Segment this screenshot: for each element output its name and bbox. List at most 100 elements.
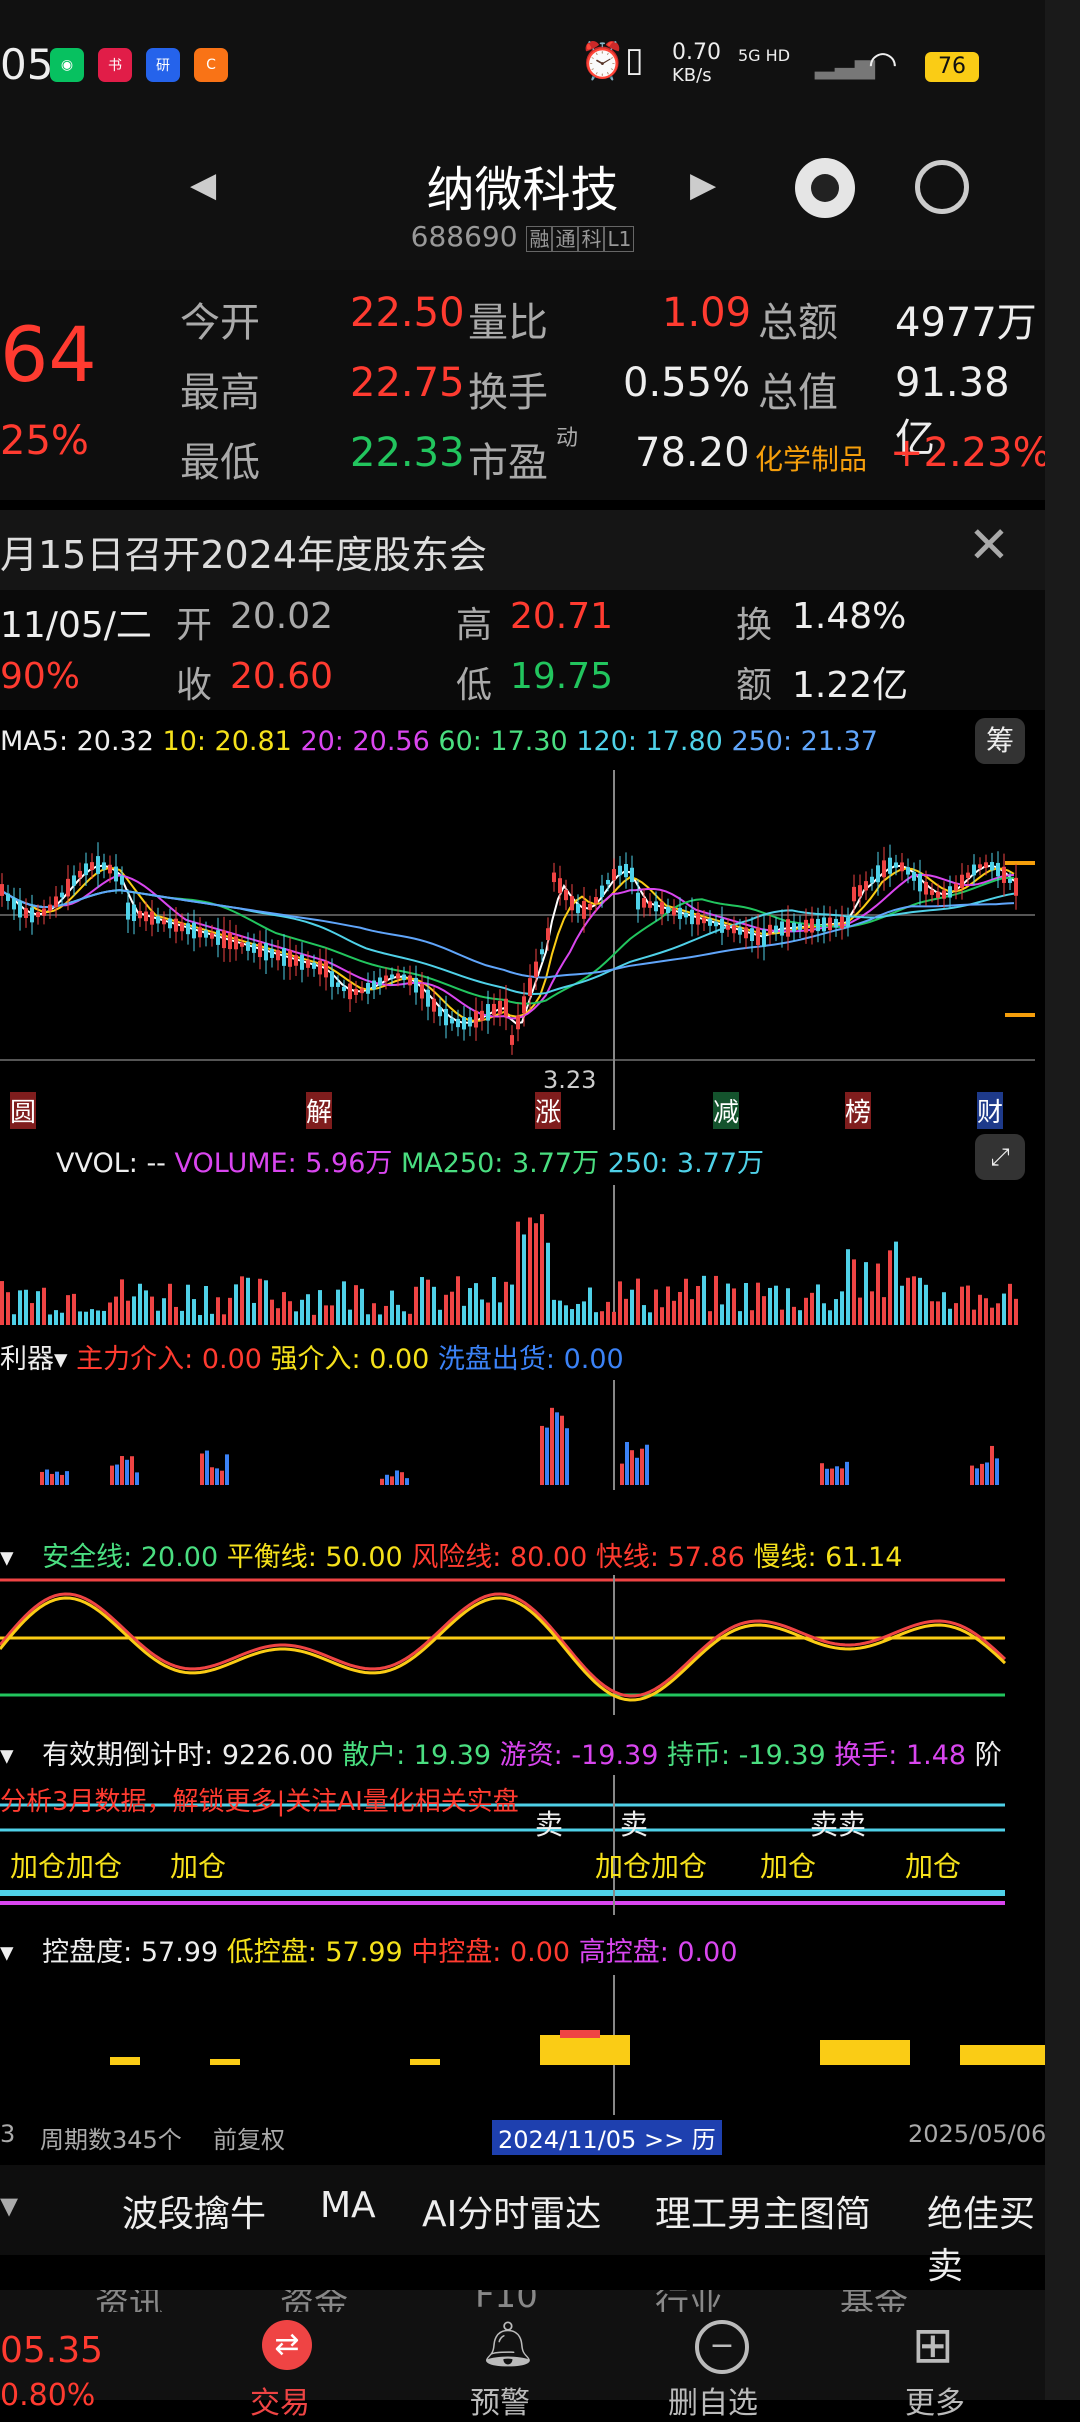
add-marker: 加仓加仓 [10, 1850, 123, 1883]
day-date: 11/05/二 [0, 605, 152, 646]
tab-bodu[interactable]: 波段擒牛 [122, 2185, 266, 2237]
day-amt-label: 额 [736, 665, 773, 706]
ind1-c: 洗盘出货: 0.00 [437, 1344, 624, 1375]
sub-fund[interactable]: 基金 [840, 2290, 908, 2312]
tag: 融 [526, 226, 553, 252]
bottom-nav: 资讯 资金 F10 行业 基金 05.35 0.80% ⇄ 交易 🔔︎ 预警 −… [0, 2290, 1045, 2421]
turnover-label: 换手 [468, 370, 548, 416]
pe-sup: 动 [556, 426, 579, 451]
indicator4-legend: ▾ 控盘度: 57.99 低控盘: 57.99 中控盘: 0.00 高控盘: 0… [0, 1937, 738, 1968]
notice-bar[interactable]: 月15日召开2024年度股东会 ✕ [0, 510, 1045, 591]
stock-code: 688690 [410, 220, 518, 253]
bell-icon[interactable]: 🔔︎ [480, 2318, 536, 2370]
add-marker: 加仓 [760, 1850, 817, 1883]
mid-control-label: 中控盘: 0.00 [411, 1937, 571, 1968]
tab-ai-radar[interactable]: AI分时雷达 [422, 2185, 601, 2237]
nav-alert[interactable]: 预警 [470, 2378, 530, 2422]
stock-code-row: 688690 融通科 L1 [0, 220, 1045, 253]
wifi-icon: ◠ [868, 44, 898, 84]
promo-text[interactable]: 分析3月数据，解锁更多|关注AI量化相关实盘 [0, 1781, 519, 1818]
nav-more[interactable]: 更多 [905, 2378, 965, 2422]
xiaohongshu-icon: 书 [98, 48, 132, 82]
alarm-icon: ⏰ [580, 41, 625, 82]
period-count: 周期数345个 [40, 2126, 182, 2154]
tag: 科 [578, 226, 605, 252]
day-open-label: 开 [176, 605, 213, 646]
robot-assistant-icon[interactable] [795, 158, 855, 218]
quote-panel: 64 25% 今开 22.50 量比 1.09 总额 4977万 最高 22.7… [0, 270, 1051, 500]
ma120-label: 120: 17.80 [576, 726, 723, 757]
next-stock-icon[interactable]: ▶ [690, 165, 716, 205]
time-axis: 3 周期数345个 前复权 2024/11/05 >> 历 2025/05/06 [0, 2120, 1046, 2160]
sector-change: +2.23% [890, 430, 1051, 476]
event-markers: 圆 解 涨 减 榜 财 [0, 1092, 1045, 1129]
indicator3-legend: ▾ 有效期倒计时: 9226.00 散户: 19.39 游资: -19.39 持… [0, 1740, 1002, 1771]
sub-nav: 资讯 资金 F10 行业 基金 [0, 2290, 1045, 2312]
vol-ratio-label: 量比 [468, 300, 548, 346]
vol-ma250-label: MA250: 3.77万 [400, 1148, 600, 1179]
close-icon[interactable]: ✕ [968, 516, 1010, 574]
indicator1-name[interactable]: 利器 [0, 1344, 54, 1375]
event-marker[interactable]: 涨 [535, 1092, 562, 1129]
sub-news[interactable]: 资讯 [95, 2290, 163, 2312]
vol-250-label: 250: 3.77万 [607, 1148, 765, 1179]
sub-f10[interactable]: F10 [475, 2290, 538, 2312]
indicator4-chart [110, 1975, 1045, 2115]
net-speed: 0.70 KB/s [672, 40, 721, 87]
nav-remove-watchlist[interactable]: 删自选 [668, 2378, 758, 2422]
indicator2-chart [0, 1575, 1007, 1715]
search-icon[interactable] [915, 160, 969, 214]
ma10-label: 10: 20.81 [162, 726, 292, 757]
add-marker: 加仓 [905, 1850, 962, 1883]
open-value: 22.50 [350, 290, 465, 336]
volume-legend: VVOL: -- VOLUME: 5.96万 MA250: 3.77万 250:… [0, 1141, 1045, 1180]
high-value: 22.75 [350, 360, 465, 406]
tab-ligong[interactable]: 理工男主图简 [655, 2185, 871, 2237]
sub-industry[interactable]: 行业 [655, 2290, 723, 2312]
sector-name[interactable]: 化学制品 [755, 438, 867, 478]
tabs-menu-icon[interactable]: ▾ [0, 2185, 18, 2226]
remove-icon[interactable]: − [695, 2320, 749, 2374]
grid-icon[interactable]: ⊞ [912, 2316, 954, 2374]
volume-chart [0, 1185, 1018, 1325]
tag: 通 [552, 226, 579, 252]
day-high-label: 高 [456, 605, 493, 646]
cursor-date[interactable]: 2024/11/05 >> 历 [492, 2120, 722, 2155]
kline-chart[interactable]: 3.23 [0, 770, 1045, 1130]
candles [0, 842, 1018, 1055]
indicator1-legend: 利器▾ 主力介入: 0.00 强介入: 0.00 洗盘出货: 0.00 [0, 1344, 624, 1375]
hot-money-label: 游资: -19.39 [499, 1740, 659, 1771]
holding-label: 持币: -19.39 [666, 1740, 826, 1771]
event-marker[interactable]: 圆 [10, 1092, 37, 1129]
high-control-label: 高控盘: 0.00 [578, 1937, 738, 1968]
event-marker[interactable]: 财 [977, 1092, 1004, 1129]
pe-label: 市盈 [468, 440, 548, 486]
tab-ma[interactable]: MA [320, 2185, 376, 2226]
sub-fund-flow[interactable]: 资金 [280, 2290, 348, 2312]
app-icon: 研 [146, 48, 180, 82]
vvol-label: VVOL: -- [56, 1148, 166, 1179]
status-bar: 05 ◉ 书 研 C ⏰ ▯ 0.70 KB/s 5G HD ▂▃▅ ◠ 76 [0, 0, 1045, 130]
chip-button[interactable]: 筹 [975, 718, 1025, 764]
tab-jiajia[interactable]: 绝佳买卖 [927, 2185, 1045, 2289]
safe-line-label: 安全线: 20.00 [42, 1542, 219, 1573]
amount-label: 总额 [758, 300, 838, 346]
expand-icon[interactable]: ⤢ [975, 1134, 1025, 1180]
balance-line-label: 平衡线: 50.00 [226, 1542, 403, 1573]
indicator-tabs: ▾ 波段擒牛 MA AI分时雷达 理工男主图简 绝佳买卖 [0, 2165, 1045, 2287]
mktcap-label: 总值 [758, 370, 838, 416]
ma250-label: 250: 21.37 [731, 726, 878, 757]
event-marker[interactable]: 减 [713, 1092, 740, 1129]
ma20-label: 20: 20.56 [300, 726, 430, 757]
nav-trade[interactable]: 交易 [250, 2378, 310, 2422]
trade-icon[interactable]: ⇄ [262, 2320, 312, 2370]
day-low: 19.75 [510, 656, 614, 697]
event-marker[interactable]: 榜 [845, 1092, 872, 1129]
ind1-a: 主力介入: 0.00 [76, 1344, 262, 1375]
day-pct: 90% [0, 656, 81, 697]
day-high: 20.71 [510, 596, 614, 637]
adjust-mode[interactable]: 前复权 [213, 2120, 285, 2155]
index-price[interactable]: 05.35 [0, 2330, 103, 2371]
pe-value: 78.20 [635, 430, 750, 476]
event-marker[interactable]: 解 [306, 1092, 333, 1129]
